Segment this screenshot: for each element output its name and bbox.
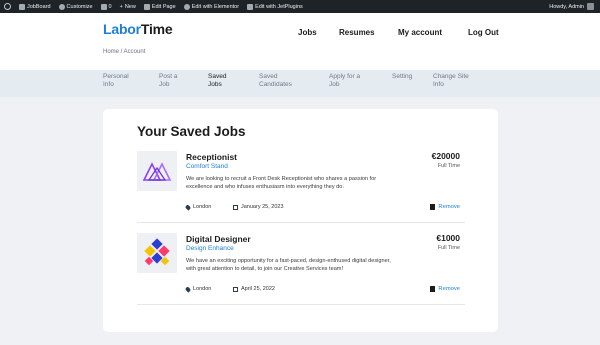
- nav-resumes[interactable]: Resumes: [339, 28, 375, 37]
- remove-label: Remove: [438, 286, 460, 292]
- edit-icon: [143, 3, 150, 10]
- comments-count: 0: [108, 3, 112, 10]
- subnav-label: Candidates: [259, 81, 292, 88]
- page-title: Your Saved Jobs: [137, 124, 246, 139]
- job-description: We have an exciting opportunity for a fa…: [186, 258, 391, 272]
- subnav-label: Setting: [392, 73, 413, 80]
- elementor-icon: [183, 3, 190, 10]
- logo-part-1: Labor: [103, 21, 141, 37]
- location-pin-icon: [184, 285, 192, 293]
- subnav-label: Saved: [259, 73, 278, 80]
- job-item: Receptionist Comfort Stand We are lookin…: [137, 151, 465, 219]
- location-label: London: [193, 286, 212, 292]
- subnav-personal-info[interactable]: Personal Info: [103, 73, 129, 89]
- nav-log-out[interactable]: Log Out: [468, 28, 499, 37]
- greeting-label: Howdy, Admin: [549, 3, 584, 10]
- job-location: London: [184, 203, 212, 211]
- subnav-label: Job: [159, 81, 170, 88]
- customize-label: Customize: [66, 3, 93, 10]
- subnav-label: Info: [433, 81, 444, 88]
- trash-icon: [430, 286, 436, 292]
- comfort-stand-logo-icon: [142, 162, 172, 181]
- job-type: Full Time: [437, 245, 460, 251]
- location-label: London: [193, 204, 212, 210]
- company-logo[interactable]: [137, 233, 177, 273]
- job-date: April 25, 2022: [233, 286, 275, 292]
- subnav-saved-candidates[interactable]: Saved Candidates: [259, 73, 292, 89]
- subnav-setting[interactable]: Setting: [392, 73, 412, 81]
- remove-button[interactable]: Remove: [430, 286, 460, 292]
- subnav-label: Change Site: [433, 73, 469, 80]
- plus-icon: +: [119, 3, 123, 10]
- nav-my-account[interactable]: My account: [398, 28, 442, 37]
- saved-jobs-card: Your Saved Jobs Receptionist Comfort Sta…: [103, 109, 498, 332]
- job-title[interactable]: Digital Designer: [186, 234, 251, 244]
- job-title[interactable]: Receptionist: [186, 152, 237, 162]
- wordpress-menu[interactable]: [0, 0, 15, 13]
- account-subnav: Personal Info Post a Job Saved Jobs Saved Ca…: [0, 70, 600, 97]
- date-label: January 25, 2023: [241, 204, 284, 210]
- job-date: January 25, 2023: [233, 204, 284, 210]
- job-type: Full Time: [437, 163, 460, 169]
- new-label: New: [124, 3, 136, 10]
- subnav-label: Saved: [208, 73, 227, 80]
- remove-label: Remove: [438, 204, 460, 210]
- subnav-label: Jobs: [208, 81, 222, 88]
- edit-page-link[interactable]: Edit Page: [140, 0, 180, 13]
- breadcrumb: Home / Account: [103, 49, 146, 55]
- trash-icon: [430, 204, 436, 210]
- remove-button[interactable]: Remove: [430, 204, 460, 210]
- site-name-label: JobBoard: [27, 3, 51, 10]
- job-description: We are looking to recruit a Front Desk R…: [186, 176, 377, 190]
- subnav-post-a-job[interactable]: Post a Job: [159, 73, 177, 89]
- calendar-icon: [233, 286, 238, 292]
- company-logo[interactable]: [137, 151, 177, 191]
- date-label: April 25, 2022: [241, 286, 275, 292]
- edit-jetplugins-label: Edit with JetPlugins: [255, 3, 303, 10]
- comment-icon: [100, 3, 107, 10]
- company-name[interactable]: Design Enhance: [186, 245, 234, 252]
- subnav-saved-jobs[interactable]: Saved Jobs: [208, 73, 226, 89]
- brush-icon: [58, 3, 65, 10]
- site-header: LaborTime Jobs Resumes My account Log Ou…: [0, 13, 600, 70]
- subnav-label: Post a: [159, 73, 178, 80]
- edit-page-label: Edit Page: [151, 3, 176, 10]
- design-enhance-logo-icon: [144, 238, 170, 266]
- site-logo[interactable]: LaborTime: [103, 21, 173, 37]
- home-icon: [19, 3, 25, 10]
- subnav-apply-for-a-job[interactable]: Apply for a Job: [329, 73, 360, 89]
- nav-jobs[interactable]: Jobs: [298, 28, 317, 37]
- edit-elementor-link[interactable]: Edit with Elementor: [180, 0, 243, 13]
- logo-part-2: Time: [140, 21, 173, 37]
- avatar: [587, 3, 594, 10]
- company-name[interactable]: Comfort Stand: [186, 163, 228, 170]
- job-item: Digital Designer Design Enhance We have …: [137, 233, 465, 301]
- subnav-label: Info: [103, 81, 114, 88]
- admin-bar: JobBoard Customize 0 + New Edit Page Edit…: [0, 0, 600, 13]
- job-salary: €1000: [436, 233, 460, 243]
- location-pin-icon: [184, 203, 192, 211]
- jetplugins-icon: [247, 3, 254, 10]
- site-name-link[interactable]: JobBoard: [15, 0, 55, 13]
- subnav-label: Personal: [103, 73, 129, 80]
- job-salary: €20000: [431, 151, 460, 161]
- subnav-label: Apply for a: [329, 73, 361, 80]
- customize-link[interactable]: Customize: [55, 0, 97, 13]
- new-content-link[interactable]: + New: [116, 0, 140, 13]
- edit-elementor-label: Edit with Elementor: [191, 3, 240, 10]
- subnav-change-site-info[interactable]: Change Site Info: [433, 73, 469, 89]
- subnav-label: Job: [329, 81, 340, 88]
- job-location: London: [184, 285, 212, 293]
- calendar-icon: [233, 204, 238, 210]
- comments-link[interactable]: 0: [97, 0, 116, 13]
- divider: [137, 304, 465, 305]
- account-menu[interactable]: Howdy, Admin: [549, 3, 600, 10]
- divider: [137, 222, 465, 223]
- wordpress-icon: [4, 3, 11, 10]
- edit-jetplugins-link[interactable]: Edit with JetPlugins: [243, 0, 307, 13]
